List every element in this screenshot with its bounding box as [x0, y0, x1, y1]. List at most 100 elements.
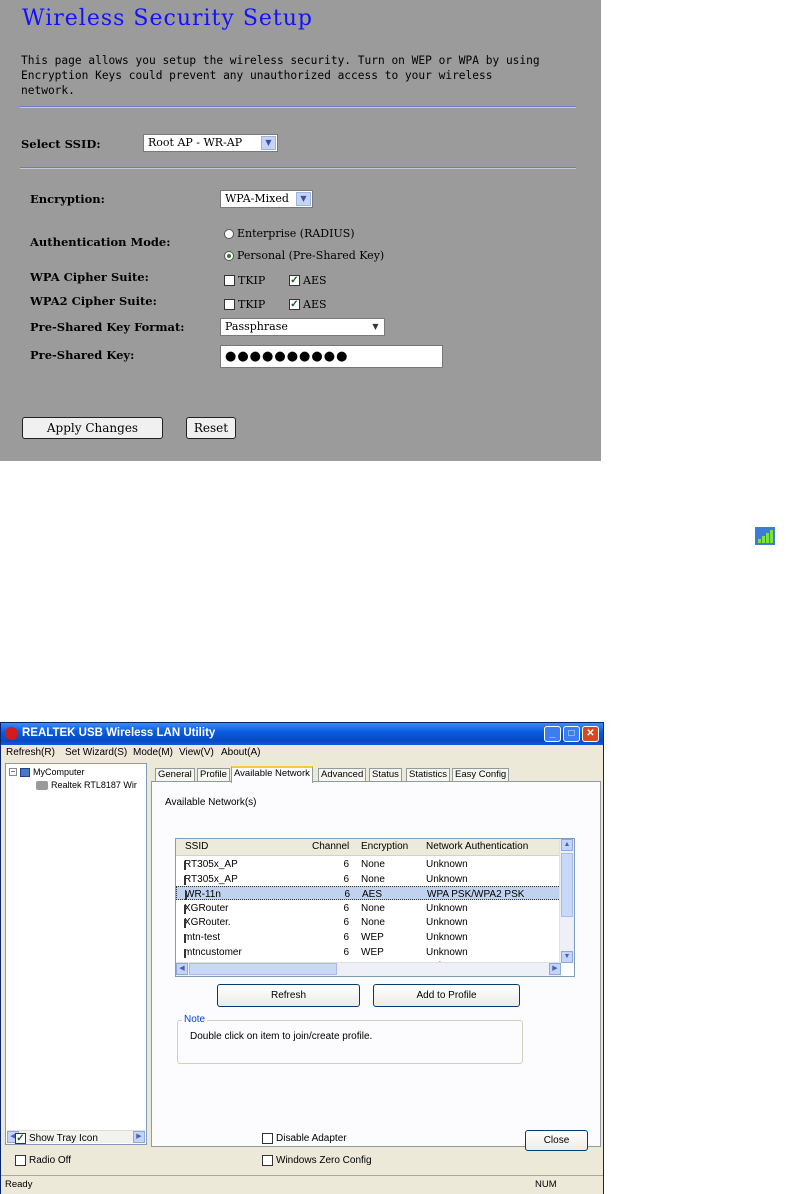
windows-zero-config-option[interactable]: Windows Zero Config — [262, 1155, 372, 1166]
title-bar[interactable]: REALTEK USB Wireless LAN Utility _ □ ✕ — [1, 723, 603, 745]
adapter-tree: − MyComputer Realtek RTL8187 Wir ◀ ▶ — [5, 763, 147, 1145]
auth-enterprise-label: Enterprise (RADIUS) — [237, 227, 355, 240]
menu-set-wizard[interactable]: Set Wizard(S) — [65, 747, 127, 758]
checkbox-checked[interactable]: ✓ — [15, 1133, 26, 1144]
checkbox-checked[interactable]: ✓ — [289, 299, 300, 310]
wireless-signal-icon[interactable] — [755, 527, 775, 545]
radio-button-selected[interactable] — [224, 250, 234, 261]
encryption-select[interactable]: WPA-Mixed ▼ — [220, 190, 313, 208]
checkbox[interactable] — [224, 275, 235, 286]
cell-channel: 6 — [343, 932, 349, 943]
ssid-cell-wrap: XGRouter. — [184, 917, 231, 929]
scroll-thumb[interactable] — [561, 853, 573, 917]
ssid-cell-wrap: RT305x_AP — [184, 874, 238, 885]
menu-refresh[interactable]: Refresh(R) — [6, 747, 55, 758]
minimize-icon[interactable]: _ — [544, 726, 561, 742]
checkbox-checked[interactable]: ✓ — [289, 275, 300, 286]
chevron-down-icon: ▼ — [368, 320, 383, 334]
psk-label: Pre-Shared Key: — [30, 348, 135, 362]
menu-about[interactable]: About(A) — [221, 747, 260, 758]
checkbox[interactable] — [15, 1155, 26, 1166]
radio-off-option[interactable]: Radio Off — [15, 1155, 71, 1166]
table-row[interactable]: WR-11n 6 AES WPA PSK/WPA2 PSK — [176, 886, 561, 901]
wpa2-aes-option[interactable]: ✓ AES — [289, 298, 327, 311]
wpa2-tkip-option[interactable]: TKIP — [224, 298, 265, 311]
maximize-icon[interactable]: □ — [563, 726, 580, 742]
status-text: Ready — [5, 1179, 33, 1190]
auth-personal-option[interactable]: Personal (Pre-Shared Key) — [224, 249, 384, 262]
reset-button[interactable]: Reset — [186, 417, 236, 439]
cell-channel: 6 — [343, 917, 349, 929]
ssid-cell-wrap: mtncustomer — [184, 947, 242, 958]
cell-encryption: AES — [362, 889, 383, 901]
network-list[interactable]: SSID Channel Encryption Network Authenti… — [175, 838, 575, 977]
column-encryption[interactable]: Encryption — [361, 841, 408, 852]
tab-profile[interactable]: Profile — [197, 768, 230, 782]
cell-encryption: None — [361, 902, 385, 914]
tab-general[interactable]: General — [155, 768, 195, 782]
scroll-down-icon[interactable]: ▼ — [561, 951, 573, 963]
divider — [20, 106, 576, 108]
column-ssid[interactable]: SSID — [185, 841, 208, 852]
show-tray-icon-option[interactable]: ✓ Show Tray Icon — [15, 1133, 98, 1144]
psk-input[interactable]: ●●●●●●●●●● — [220, 345, 443, 368]
psk-format-select[interactable]: Passphrase ▼ — [220, 318, 385, 336]
cell-encryption: WEP — [361, 932, 384, 943]
scroll-right-icon[interactable]: ▶ — [549, 963, 561, 975]
wpa-aes-option[interactable]: ✓ AES — [289, 274, 327, 287]
scroll-left-icon[interactable]: ◀ — [176, 963, 188, 975]
tab-status[interactable]: Status — [369, 768, 402, 782]
encryption-label: Encryption: — [30, 192, 105, 206]
disable-adapter-option[interactable]: Disable Adapter — [262, 1133, 347, 1144]
column-auth[interactable]: Network Authentication — [426, 841, 528, 852]
radio-button[interactable] — [224, 228, 234, 239]
tab-statistics[interactable]: Statistics — [406, 768, 451, 782]
tree-root-label: MyComputer — [33, 767, 85, 777]
close-button[interactable]: Close — [525, 1130, 588, 1151]
tkip-label: TKIP — [238, 274, 266, 287]
list-horizontal-scrollbar[interactable]: ◀ ▶ — [176, 962, 561, 976]
tab-available-network[interactable]: Available Network — [231, 766, 313, 783]
tree-item-mycomputer[interactable]: − MyComputer — [9, 767, 85, 777]
tab-easy-config[interactable]: Easy Config — [452, 768, 510, 782]
cell-channel: 6 — [343, 873, 349, 885]
table-row[interactable]: RT305x_AP 6 None Unknown — [176, 857, 561, 871]
signal-icon — [185, 891, 193, 901]
checkbox[interactable] — [262, 1155, 273, 1166]
aes-label: AES — [303, 298, 327, 311]
list-header: SSID Channel Encryption Network Authenti… — [176, 839, 561, 856]
psk-format-label: Pre-Shared Key Format: — [30, 320, 185, 334]
tree-item-adapter[interactable]: Realtek RTL8187 Wir — [36, 780, 137, 790]
apply-changes-button[interactable]: Apply Changes — [22, 417, 163, 439]
collapse-icon[interactable]: − — [9, 768, 17, 776]
wpa-tkip-option[interactable]: TKIP — [224, 274, 265, 287]
disable-adapter-label: Disable Adapter — [276, 1133, 347, 1144]
table-row[interactable]: XGRouter 6 None Unknown — [176, 901, 561, 915]
checkbox[interactable] — [262, 1133, 273, 1144]
scroll-thumb[interactable] — [189, 963, 337, 975]
refresh-button[interactable]: Refresh — [217, 984, 360, 1007]
ssid-label: Select SSID: — [21, 137, 101, 151]
menu-mode[interactable]: Mode(M) — [133, 747, 173, 758]
checkbox[interactable] — [224, 299, 235, 310]
auth-enterprise-option[interactable]: Enterprise (RADIUS) — [224, 227, 355, 240]
menu-view[interactable]: View(V) — [179, 747, 214, 758]
close-icon[interactable]: ✕ — [582, 726, 599, 742]
ssid-select[interactable]: Root AP - WR-AP ▼ — [143, 134, 278, 152]
table-row[interactable]: RT305x_AP 6 None Unknown — [176, 872, 561, 886]
list-vertical-scrollbar[interactable]: ▲ ▼ — [559, 839, 574, 963]
section-label: Available Network(s) — [165, 797, 257, 808]
add-to-profile-button[interactable]: Add to Profile — [373, 984, 520, 1007]
table-row[interactable]: mtncustomer 6 WEP Unknown — [176, 945, 561, 959]
app-icon — [5, 727, 18, 740]
scroll-right-icon[interactable]: ▶ — [133, 1131, 145, 1143]
cell-channel: 6 — [343, 902, 349, 914]
table-row[interactable]: XGRouter. 6 None Unknown — [176, 915, 561, 929]
cell-auth: Unknown — [426, 917, 468, 929]
table-row[interactable]: mtn-test 6 WEP Unknown — [176, 930, 561, 944]
ssid-cell-wrap: mtn-test — [184, 932, 220, 943]
tab-advanced[interactable]: Advanced — [318, 768, 367, 782]
windows-zero-config-label: Windows Zero Config — [276, 1155, 372, 1166]
column-channel[interactable]: Channel — [312, 841, 349, 852]
scroll-up-icon[interactable]: ▲ — [561, 839, 573, 851]
